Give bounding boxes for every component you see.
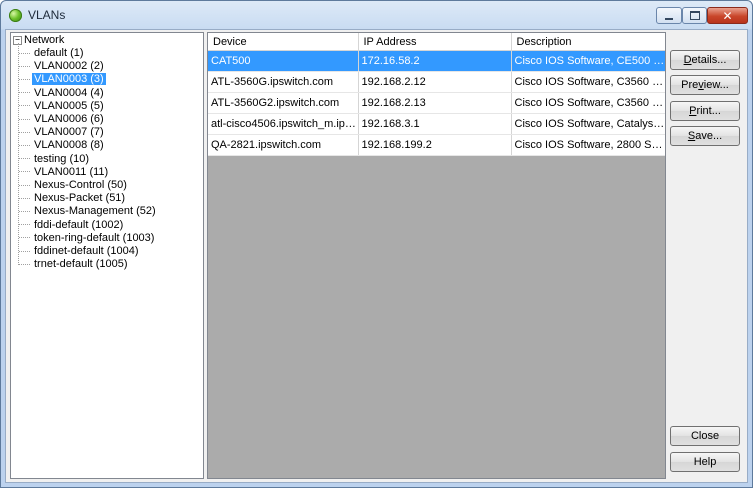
close-button[interactable]: Close <box>670 426 740 446</box>
vlan-tree[interactable]: − Network default (1) VLAN0002 (2) VLAN0003… <box>10 32 204 479</box>
tree-connector <box>19 263 30 265</box>
details-button[interactable]: Details... <box>670 50 740 70</box>
tree-item[interactable]: VLAN0004 (4) <box>19 87 106 100</box>
title-bar[interactable]: VLANs ✕ <box>1 1 752 29</box>
tree-item[interactable]: VLAN0002 (2) <box>19 60 106 73</box>
tree-item-label: fddinet-default (1004) <box>34 245 139 257</box>
tree-connector <box>19 144 30 146</box>
device-list[interactable]: Device IP Address Description CAT500 172.… <box>207 32 666 479</box>
cell-ip-address: 192.168.2.13 <box>358 92 512 114</box>
tree-connector <box>19 237 30 239</box>
cell-description: Cisco IOS Software, CE500 Soft... <box>511 50 665 72</box>
cell-ip-address: 192.168.199.2 <box>358 134 512 156</box>
tree-connector <box>19 92 30 94</box>
tree-root-label: Network <box>24 34 65 46</box>
help-button[interactable]: Help <box>670 452 740 472</box>
tree-item-label: VLAN0008 (8) <box>34 139 104 152</box>
tree-connector <box>19 210 30 212</box>
tree-connector <box>19 197 30 199</box>
table-row[interactable]: atl-cisco4506.ipswitch_m.ipswit... 192.16… <box>208 113 665 135</box>
tree-item[interactable]: VLAN0008 (8) <box>19 139 106 152</box>
cell-device: ATL-3560G.ipswitch.com <box>208 71 359 93</box>
tree-item-label: Nexus-Packet (51) <box>34 192 126 205</box>
tree-connector <box>19 105 30 107</box>
tree-item-label: default (1) <box>34 47 84 59</box>
tree-connector <box>19 65 30 67</box>
device-table: Device IP Address Description CAT500 172.… <box>208 33 665 156</box>
tree-connector <box>19 171 30 173</box>
tree-item-label: trnet-default (1005) <box>34 258 128 271</box>
save-button[interactable]: Save... <box>670 126 740 146</box>
tree-item-label: VLAN0004 (4) <box>34 86 104 99</box>
cell-description: Cisco IOS Software, C3560 Soft... <box>511 71 665 93</box>
tree-item-label: VLAN0006 (6) <box>34 113 104 125</box>
cell-device: atl-cisco4506.ipswitch_m.ipswit... <box>208 113 359 135</box>
tree-item[interactable]: testing (10) <box>19 153 91 166</box>
close-icon: ✕ <box>722 8 733 23</box>
vlans-window: VLANs ✕ − Network default (1) VLAN0002 (2)… <box>0 0 753 488</box>
cell-ip-address: 172.16.58.2 <box>358 50 512 72</box>
tree-item[interactable]: fddi-default (1002) <box>19 219 125 232</box>
tree-connector <box>19 118 30 120</box>
tree-connector <box>19 224 30 226</box>
minimize-icon <box>665 17 673 20</box>
tree-item[interactable]: trnet-default (1005) <box>19 258 130 271</box>
app-status-icon <box>9 9 22 22</box>
tree-connector <box>19 52 30 54</box>
column-header-device[interactable]: Device <box>208 33 359 51</box>
tree-item[interactable]: Nexus-Management (52) <box>19 205 158 218</box>
tree-item-label: VLAN0005 (5) <box>34 99 104 112</box>
tree-connector <box>19 184 30 186</box>
tree-item[interactable]: Nexus-Packet (51) <box>19 192 127 205</box>
cell-description: Cisco IOS Software, 2800 Soft... <box>511 134 665 156</box>
tree-item-label: Nexus-Management (52) <box>34 205 156 218</box>
window-title: VLANs <box>28 8 66 22</box>
table-row[interactable]: ATL-3560G2.ipswitch.com 192.168.2.13 Cisco… <box>208 92 665 114</box>
maximize-button[interactable] <box>682 7 707 24</box>
tree-connector <box>19 250 30 252</box>
tree-item[interactable]: VLAN0007 (7) <box>19 126 106 139</box>
tree-root-network[interactable]: − Network <box>13 34 64 47</box>
tree-item[interactable]: token-ring-default (1003) <box>19 232 156 245</box>
table-row[interactable]: CAT500 172.16.58.2 Cisco IOS Software, CE5… <box>208 50 665 72</box>
cell-ip-address: 192.168.2.12 <box>358 71 512 93</box>
cell-device: QA-2821.ipswitch.com <box>208 134 359 156</box>
preview-button[interactable]: Preview... <box>670 75 740 95</box>
tree-item[interactable]: VLAN0005 (5) <box>19 100 106 113</box>
tree-item-label: fddi-default (1002) <box>34 218 124 231</box>
tree-item[interactable]: fddinet-default (1004) <box>19 245 141 258</box>
tree-item-label: VLAN0003 (3) <box>32 73 106 86</box>
close-window-button[interactable]: ✕ <box>707 7 748 24</box>
tree-item-label: VLAN0007 (7) <box>34 126 104 139</box>
tree-item-label: VLAN0011 (11) <box>34 165 109 178</box>
cell-ip-address: 192.168.3.1 <box>358 113 512 135</box>
column-header-ip-address[interactable]: IP Address <box>358 33 512 51</box>
tree-connector <box>19 78 30 80</box>
tree-item-label: testing (10) <box>34 152 90 165</box>
tree-item[interactable]: VLAN0011 (11) <box>19 166 110 179</box>
cell-description: Cisco IOS Software, C3560 Soft... <box>511 92 665 114</box>
cell-device: ATL-3560G2.ipswitch.com <box>208 92 359 114</box>
cell-description: Cisco IOS Software, Catalyst 40... <box>511 113 665 135</box>
tree-item-label: Nexus-Control (50) <box>34 179 127 191</box>
column-header-description[interactable]: Description <box>511 33 665 51</box>
table-header-row: Device IP Address Description <box>208 33 665 51</box>
tree-item-label: VLAN0002 (2) <box>34 60 104 73</box>
cell-device: CAT500 <box>208 50 359 72</box>
tree-connector <box>19 158 30 160</box>
tree-item[interactable]: VLAN0006 (6) <box>19 113 106 126</box>
tree-item[interactable]: default (1) <box>19 47 86 60</box>
tree-item-label: token-ring-default (1003) <box>34 231 155 244</box>
dialog-body: − Network default (1) VLAN0002 (2) VLAN0003… <box>5 29 748 483</box>
tree-item[interactable]: VLAN0003 (3) <box>19 73 106 86</box>
table-row[interactable]: ATL-3560G.ipswitch.com 192.168.2.12 Cisco … <box>208 71 665 93</box>
maximize-icon <box>689 11 700 20</box>
minimize-button[interactable] <box>656 7 682 24</box>
print-button[interactable]: Print... <box>670 101 740 121</box>
tree-item[interactable]: Nexus-Control (50) <box>19 179 129 192</box>
tree-connector <box>19 131 30 133</box>
table-row[interactable]: QA-2821.ipswitch.com 192.168.199.2 Cisco I… <box>208 134 665 156</box>
